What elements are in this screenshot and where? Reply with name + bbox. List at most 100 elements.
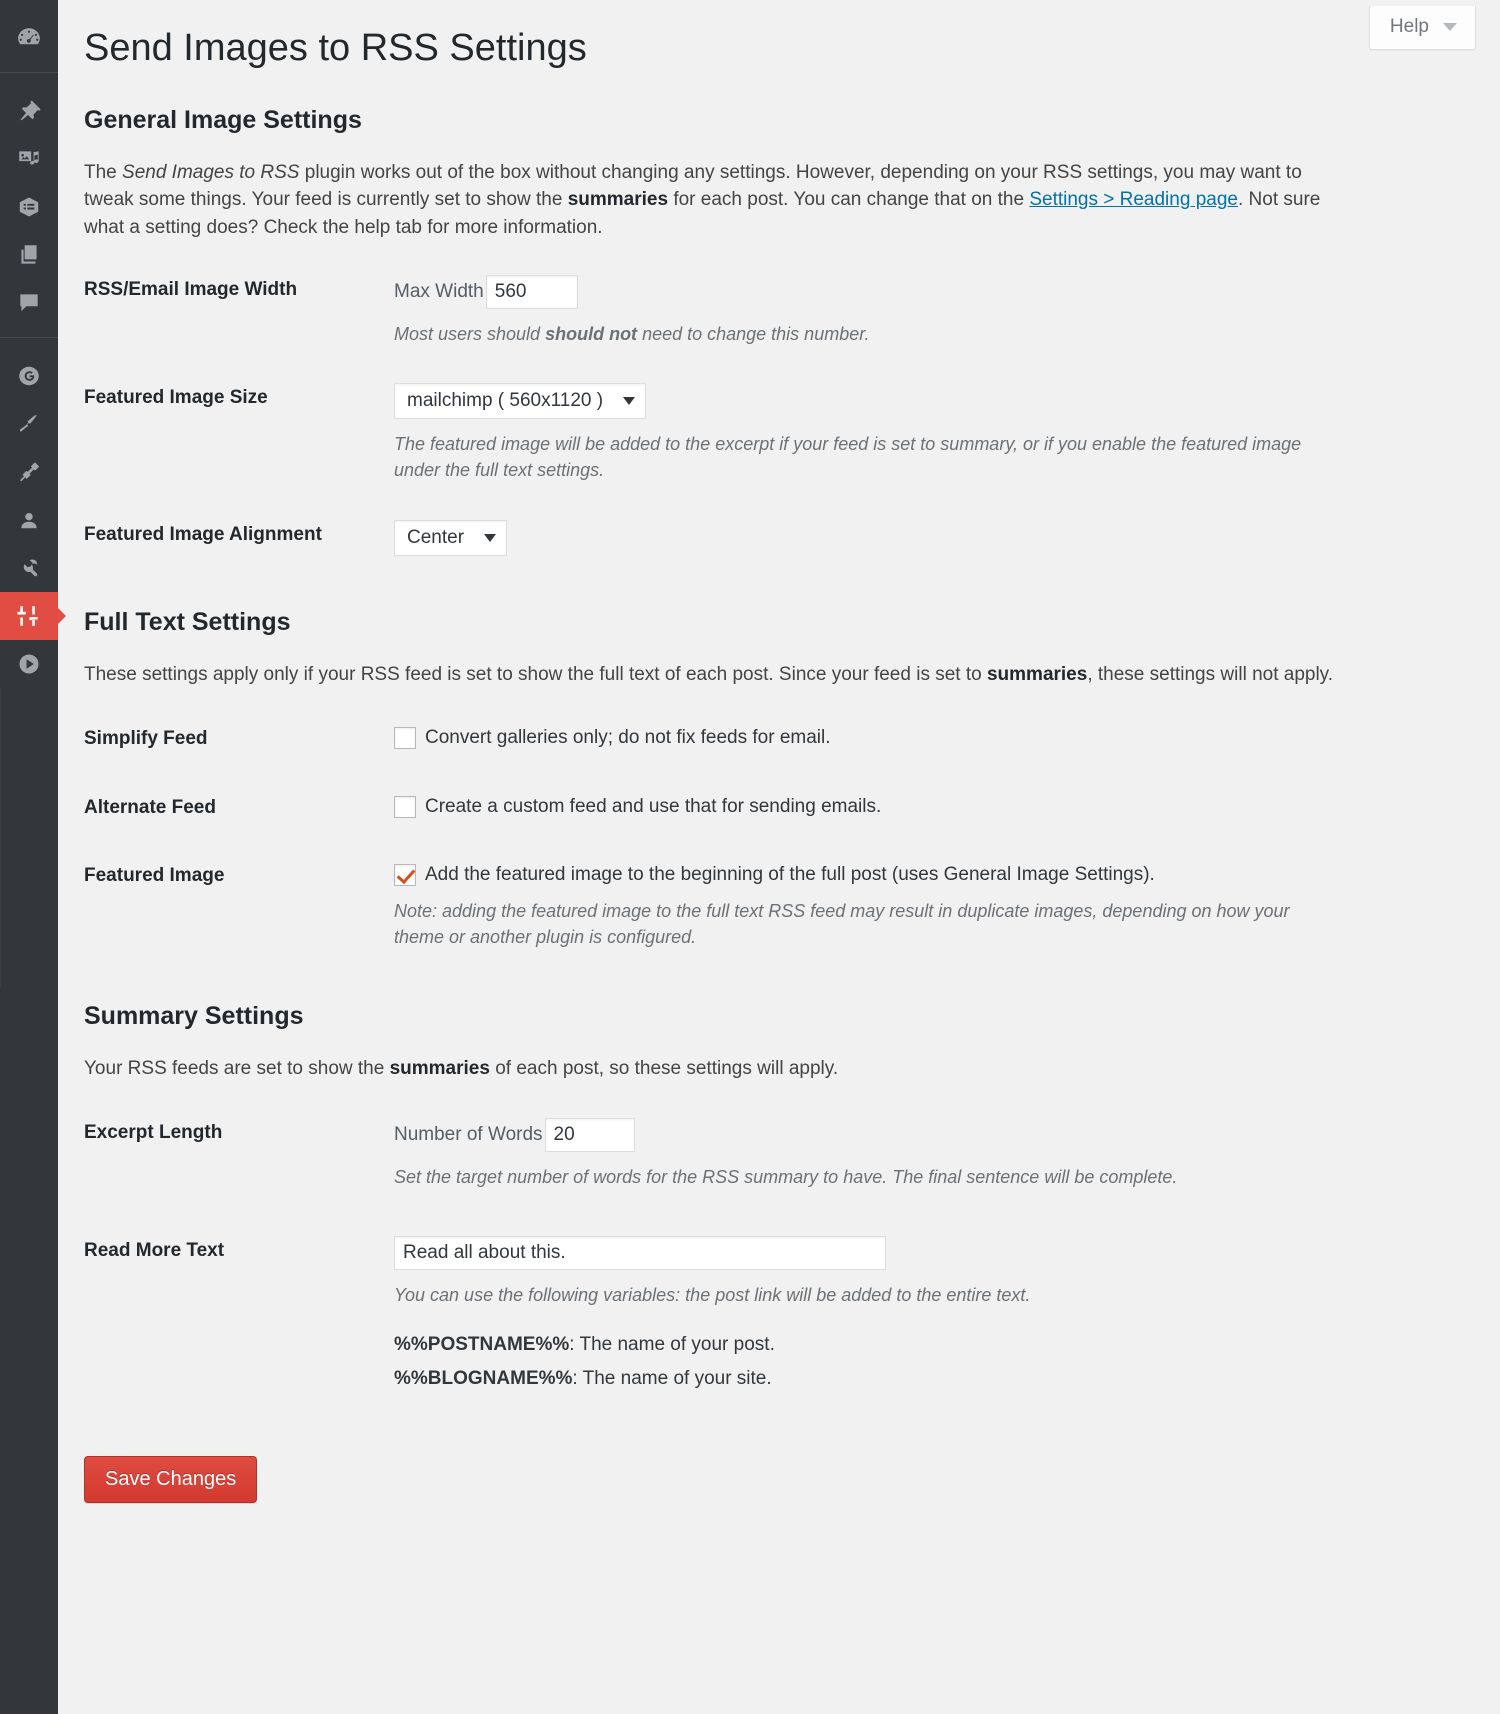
help-button[interactable]: Help — [1368, 6, 1476, 50]
intro-part3: for each post. You can change that on th… — [668, 189, 1030, 211]
sidebar-item-pages[interactable] — [0, 231, 58, 279]
featured-image-checkbox[interactable] — [394, 864, 416, 887]
alternate-feed-checkbox[interactable] — [394, 795, 416, 818]
variable-postname-token: %%POSTNAME%% — [394, 1334, 570, 1356]
full-text-note: These settings apply only if your RSS fe… — [84, 661, 1438, 689]
simplify-feed-checkbox-label: Convert galleries only; do not fix feeds… — [425, 727, 831, 749]
play-circle-icon — [16, 651, 42, 677]
row-featured-image: Featured Image Add the featured image to… — [84, 861, 1438, 950]
plug-icon — [16, 459, 42, 485]
desc-featured-image-size: The featured image will be added to the … — [394, 434, 1302, 481]
intro-emphasis-summaries: summaries — [567, 189, 669, 211]
media-icon — [16, 146, 42, 172]
form-footer: Save Changes — [84, 1456, 1438, 1543]
dashboard-icon — [16, 25, 42, 51]
summary-note: Your RSS feeds are set to show the summa… — [84, 1055, 1438, 1083]
settings-sliders-icon — [16, 603, 42, 629]
pin-icon — [16, 98, 42, 124]
featured-image-checkbox-label: Add the featured image to the beginning … — [425, 864, 1155, 886]
variable-postname-desc: : The name of your post. — [569, 1334, 775, 1356]
desc-bold: should not — [545, 324, 638, 345]
admin-sidebar — [0, 0, 66, 1714]
settings-reading-page-link[interactable]: Settings > Reading page — [1029, 189, 1238, 210]
variable-postname: %%POSTNAME%%: The name of your post. — [394, 1334, 1438, 1356]
summary-note-part2: of each post, so these settings will app… — [489, 1057, 839, 1079]
featured-image-size-select[interactable]: mailchimp ( 560x1120 ) — [394, 383, 647, 420]
intro-part1: The — [84, 161, 123, 183]
featured-image-alignment-value: Center — [407, 526, 465, 548]
desc-excerpt-length: Set the target number of words for the R… — [394, 1167, 1178, 1188]
desc-featured-image: Note: adding the featured image to the f… — [394, 900, 1290, 947]
sidebar-item-dashboard[interactable] — [0, 14, 58, 62]
summary-settings-heading: Summary Settings — [84, 1001, 304, 1030]
plugin-name: Send Images to RSS — [122, 161, 300, 183]
sidebar-item-tools[interactable] — [0, 544, 58, 592]
chevron-down-icon — [623, 397, 636, 406]
wrench-icon — [16, 555, 42, 581]
note-bold: summaries — [986, 663, 1088, 685]
simplify-feed-checkbox[interactable] — [394, 727, 416, 750]
label-image-width: RSS/Email Image Width — [84, 279, 298, 301]
chevron-down-icon — [484, 533, 497, 542]
max-width-input[interactable] — [485, 275, 578, 310]
sidebar-item-plugins[interactable] — [0, 448, 58, 496]
row-read-more-text: Read More Text You can use the following… — [84, 1236, 1438, 1402]
sidebar-item-forms[interactable] — [0, 183, 58, 231]
note-part2: , these settings will not apply. — [1087, 663, 1334, 685]
number-of-words-input[interactable] — [544, 1118, 635, 1153]
sidebar-item-comments[interactable] — [0, 279, 58, 327]
note-part1: These settings apply only if your RSS fe… — [84, 663, 987, 685]
read-more-text-input[interactable] — [394, 1236, 886, 1271]
variable-list: %%POSTNAME%%: The name of your post. %%B… — [394, 1334, 1438, 1390]
number-of-words-label: Number of Words — [394, 1124, 543, 1146]
sidebar-item-posts[interactable] — [0, 87, 58, 135]
pages-icon — [16, 242, 42, 268]
general-intro-paragraph: The Send Images to RSS plugin works out … — [84, 159, 1349, 242]
row-image-width: RSS/Email Image Width Max Width Most use… — [84, 275, 1438, 347]
featured-image-size-value: mailchimp ( 560x1120 ) — [407, 390, 604, 412]
wordpress-admin-screen: Help Send Images to RSS Settings General… — [0, 0, 1500, 1714]
alternate-feed-checkbox-label: Create a custom feed and use that for se… — [425, 795, 882, 817]
row-alternate-feed: Alternate Feed Create a custom feed and … — [84, 793, 1438, 822]
desc-read-more-text: You can use the following variables: the… — [394, 1285, 1031, 1306]
chevron-down-icon — [1443, 23, 1457, 31]
sidebar-collapse-rail — [0, 688, 58, 988]
row-excerpt-length: Excerpt Length Number of Words Set the t… — [84, 1118, 1438, 1190]
sidebar-item-appearance[interactable] — [0, 400, 58, 448]
paintbrush-icon — [16, 411, 42, 437]
settings-form: Send Images to RSS Settings General Imag… — [58, 0, 1478, 1543]
label-alternate-feed: Alternate Feed — [84, 796, 216, 818]
sidebar-item-media[interactable] — [0, 135, 58, 183]
help-tab-container: Help — [1368, 6, 1476, 50]
summary-note-part1: Your RSS feeds are set to show the — [84, 1057, 390, 1079]
label-simplify-feed: Simplify Feed — [84, 728, 208, 750]
sidebar-item-users[interactable] — [0, 496, 58, 544]
user-icon — [16, 507, 42, 533]
row-featured-image-size: Featured Image Size mailchimp ( 560x1120… — [84, 383, 1438, 483]
genesis-icon — [16, 363, 42, 389]
sidebar-item-settings[interactable] — [0, 592, 66, 640]
desc-part1: Most users should — [394, 324, 546, 345]
save-changes-button[interactable]: Save Changes — [84, 1456, 258, 1504]
help-label: Help — [1389, 16, 1429, 37]
summary-note-bold: summaries — [389, 1057, 490, 1079]
variable-blogname-token: %%BLOGNAME%% — [394, 1368, 573, 1390]
desc-image-width: Most users should should not need to cha… — [394, 321, 1334, 347]
main-content: Help Send Images to RSS Settings General… — [58, 0, 1500, 1714]
featured-image-alignment-select[interactable]: Center — [394, 519, 508, 556]
full-text-settings-heading: Full Text Settings — [84, 607, 291, 636]
comment-icon — [16, 290, 42, 316]
label-excerpt-length: Excerpt Length — [84, 1122, 223, 1144]
general-image-settings-heading: General Image Settings — [84, 105, 362, 134]
label-featured-image-alignment: Featured Image Alignment — [84, 523, 322, 545]
max-width-label: Max Width — [394, 281, 484, 303]
row-featured-image-alignment: Featured Image Alignment Center — [84, 519, 1438, 556]
variable-blogname: %%BLOGNAME%%: The name of your site. — [394, 1368, 1438, 1390]
row-simplify-feed: Simplify Feed Convert galleries only; do… — [84, 724, 1438, 753]
page-title: Send Images to RSS Settings — [84, 27, 587, 69]
label-featured-image-size: Featured Image Size — [84, 387, 268, 409]
label-featured-image: Featured Image — [84, 865, 225, 887]
forms-icon — [16, 194, 42, 220]
sidebar-item-genesis[interactable] — [0, 352, 58, 400]
sidebar-item-media-player[interactable] — [0, 640, 58, 688]
